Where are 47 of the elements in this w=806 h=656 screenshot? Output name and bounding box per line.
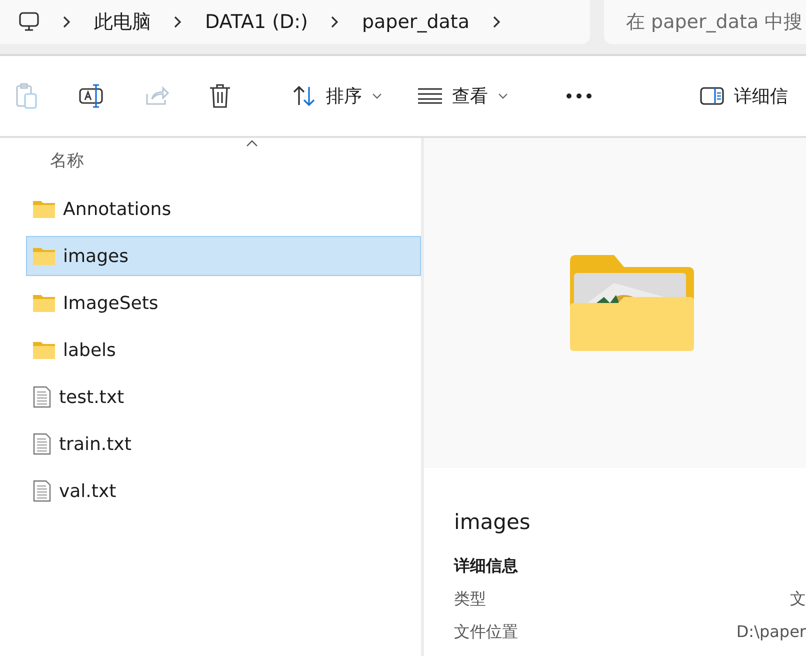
file-row[interactable]: labels <box>26 330 421 370</box>
property-label: 文件位置 <box>454 622 518 643</box>
property-value: 文 <box>790 589 806 610</box>
file-name: test.txt <box>59 386 124 408</box>
property-value: D:\paper <box>736 622 806 643</box>
file-row[interactable]: test.txt <box>26 377 421 417</box>
file-row[interactable]: ImageSets <box>26 283 421 323</box>
computer-icon <box>18 11 40 33</box>
list-icon <box>418 88 442 104</box>
property-label: 类型 <box>454 589 486 610</box>
file-name: Annotations <box>63 198 172 220</box>
folder-icon <box>33 200 55 218</box>
section-heading: 详细信息 <box>454 556 519 577</box>
folder-icon <box>33 294 55 312</box>
column-header[interactable]: 名称 <box>50 148 84 172</box>
file-name: val.txt <box>59 480 116 502</box>
file-name: images <box>63 246 128 266</box>
chevron-icon <box>62 15 72 29</box>
folder-icon <box>33 341 55 359</box>
details-pane-icon <box>700 87 724 105</box>
search-field[interactable]: 在 paper_data 中搜 <box>604 0 806 44</box>
sort-up-icon <box>246 140 258 147</box>
breadcrumb-item[interactable]: DATA1 (D:) <box>183 11 330 33</box>
text-file-icon <box>33 386 51 408</box>
file-name: train.txt <box>59 434 132 454</box>
caret-icon <box>498 93 508 99</box>
chevron-icon <box>492 15 502 29</box>
folder-icon <box>33 247 55 265</box>
file-row[interactable]: images <box>26 236 421 276</box>
chevron-icon <box>173 15 183 29</box>
breadcrumb-item[interactable]: paper_data <box>340 11 492 33</box>
file-row[interactable]: train.txt <box>26 424 421 464</box>
view-button[interactable]: 查看 <box>418 84 508 108</box>
file-row[interactable]: Annotations <box>26 189 421 229</box>
preview-title: images <box>454 510 532 534</box>
chevron-icon <box>330 15 340 29</box>
details-pane-button[interactable]: 详细信 <box>700 84 788 108</box>
file-name: labels <box>63 340 116 360</box>
file-name: ImageSets <box>63 292 158 314</box>
text-file-icon <box>33 433 51 455</box>
text-file-icon <box>33 480 51 502</box>
sort-button[interactable]: 排序 <box>292 84 382 108</box>
caret-icon <box>372 93 382 99</box>
address-bar[interactable]: 此电脑 DATA1 (D:) paper_data <box>0 0 590 44</box>
breadcrumb-item[interactable]: 此电脑 <box>72 9 173 35</box>
sort-icon <box>292 85 316 107</box>
file-row[interactable]: val.txt <box>26 471 421 511</box>
